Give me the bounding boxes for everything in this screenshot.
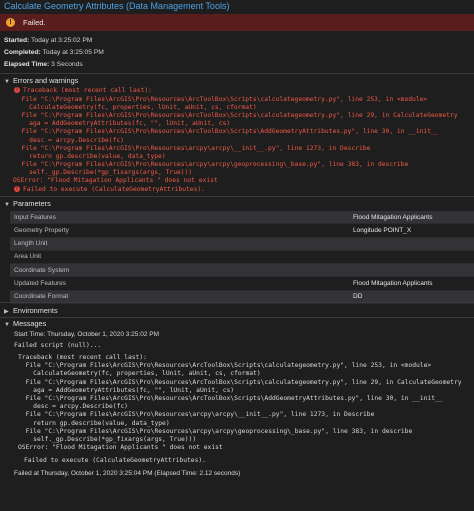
divider <box>0 196 474 197</box>
elapsed-label: Elapsed Time: <box>4 61 50 68</box>
messages-section-label: Messages <box>13 319 47 328</box>
parameter-row: Coordinate System <box>10 264 474 278</box>
elapsed-row: Elapsed Time: 3 Seconds <box>4 61 83 68</box>
message-failed-execute: Failed to execute (CalculateGeometryAttr… <box>24 457 206 464</box>
parameter-value: Longitude POINT_X <box>353 226 412 234</box>
parameter-name: Input Features <box>14 213 56 221</box>
parameter-name: Length Unit <box>14 240 48 248</box>
error-oserror: OSError: "Flood Mitagation Applicants " … <box>13 177 218 184</box>
parameter-row: Input Features Flood Mitagation Applican… <box>10 211 474 225</box>
error-traceback: Traceback (most recent call last): <box>23 87 152 94</box>
chevron-down-icon: ▼ <box>4 322 10 328</box>
started-row: Started: Today at 3:25:02 PM <box>4 37 92 44</box>
message-start-time: Start Time: Thursday, October 1, 2020 3:… <box>14 331 159 338</box>
parameter-value: DD <box>353 293 363 301</box>
errors-section-header[interactable]: ▼ Errors and warnings <box>4 76 78 85</box>
divider <box>0 302 474 303</box>
parameter-value: Flood Mitagation Applicants <box>353 279 433 287</box>
chevron-down-icon: ▼ <box>4 79 10 85</box>
parameter-row: Length Unit <box>10 237 474 251</box>
parameters-table: Input Features Flood Mitagation Applican… <box>10 211 474 305</box>
parameters-section-header[interactable]: ▼ Parameters <box>4 199 51 208</box>
parameter-row: Area Unit <box>10 251 474 265</box>
warning-icon: ! <box>6 18 15 27</box>
environments-section-header[interactable]: ▶ Environments <box>4 306 58 315</box>
parameter-name: Geometry Property <box>14 226 69 234</box>
parameter-name: Area Unit <box>14 253 42 261</box>
status-bar: ! Failed. <box>0 14 474 31</box>
error-traceback-line: ! Traceback (most recent call last): <box>14 87 152 95</box>
environments-section-label: Environments <box>13 306 58 315</box>
error-icon: ! <box>14 185 20 192</box>
completed-value: Today at 3:25:05 PM <box>42 49 104 56</box>
message-end-time: Failed at Thursday, October 1, 2020 3:25… <box>14 470 241 477</box>
message-traceback: Traceback (most recent call last): File … <box>18 354 462 452</box>
divider <box>0 317 474 318</box>
parameter-name: Updated Features <box>14 279 67 287</box>
completed-label: Completed: <box>4 49 41 56</box>
error-icon: ! <box>14 87 20 93</box>
errors-section-label: Errors and warnings <box>13 76 79 85</box>
parameter-name: Coordinate Format <box>14 293 69 301</box>
elapsed-value: 3 Seconds <box>51 61 83 68</box>
parameter-value: Flood Mitagation Applicants <box>353 213 433 221</box>
chevron-right-icon: ▶ <box>4 309 9 315</box>
started-label: Started: <box>4 37 30 44</box>
error-failed-line: ! Failed to execute (CalculateGeometryAtt… <box>14 185 205 194</box>
started-value: Today at 3:25:02 PM <box>31 37 93 44</box>
divider <box>0 73 474 74</box>
chevron-down-icon: ▼ <box>4 202 10 208</box>
parameter-name: Coordinate System <box>14 266 70 274</box>
parameter-row: Updated Features Flood Mitagation Applic… <box>10 277 474 291</box>
parameter-row: Geometry Property Longitude POINT_X <box>10 224 474 238</box>
status-text: Failed. <box>23 17 46 27</box>
error-traceback-body: File "C:\Program Files\ArcGIS\Pro\Resour… <box>21 95 458 177</box>
tool-title: Calculate Geometry Attributes (Data Mana… <box>4 1 230 11</box>
parameters-section-label: Parameters <box>13 199 51 208</box>
messages-section-header[interactable]: ▼ Messages <box>4 319 46 328</box>
completed-row: Completed: Today at 3:25:05 PM <box>4 49 104 56</box>
error-failed-text: Failed to execute (CalculateGeometryAttr… <box>23 185 205 193</box>
message-failed-script: Failed script (null)... <box>14 342 102 349</box>
